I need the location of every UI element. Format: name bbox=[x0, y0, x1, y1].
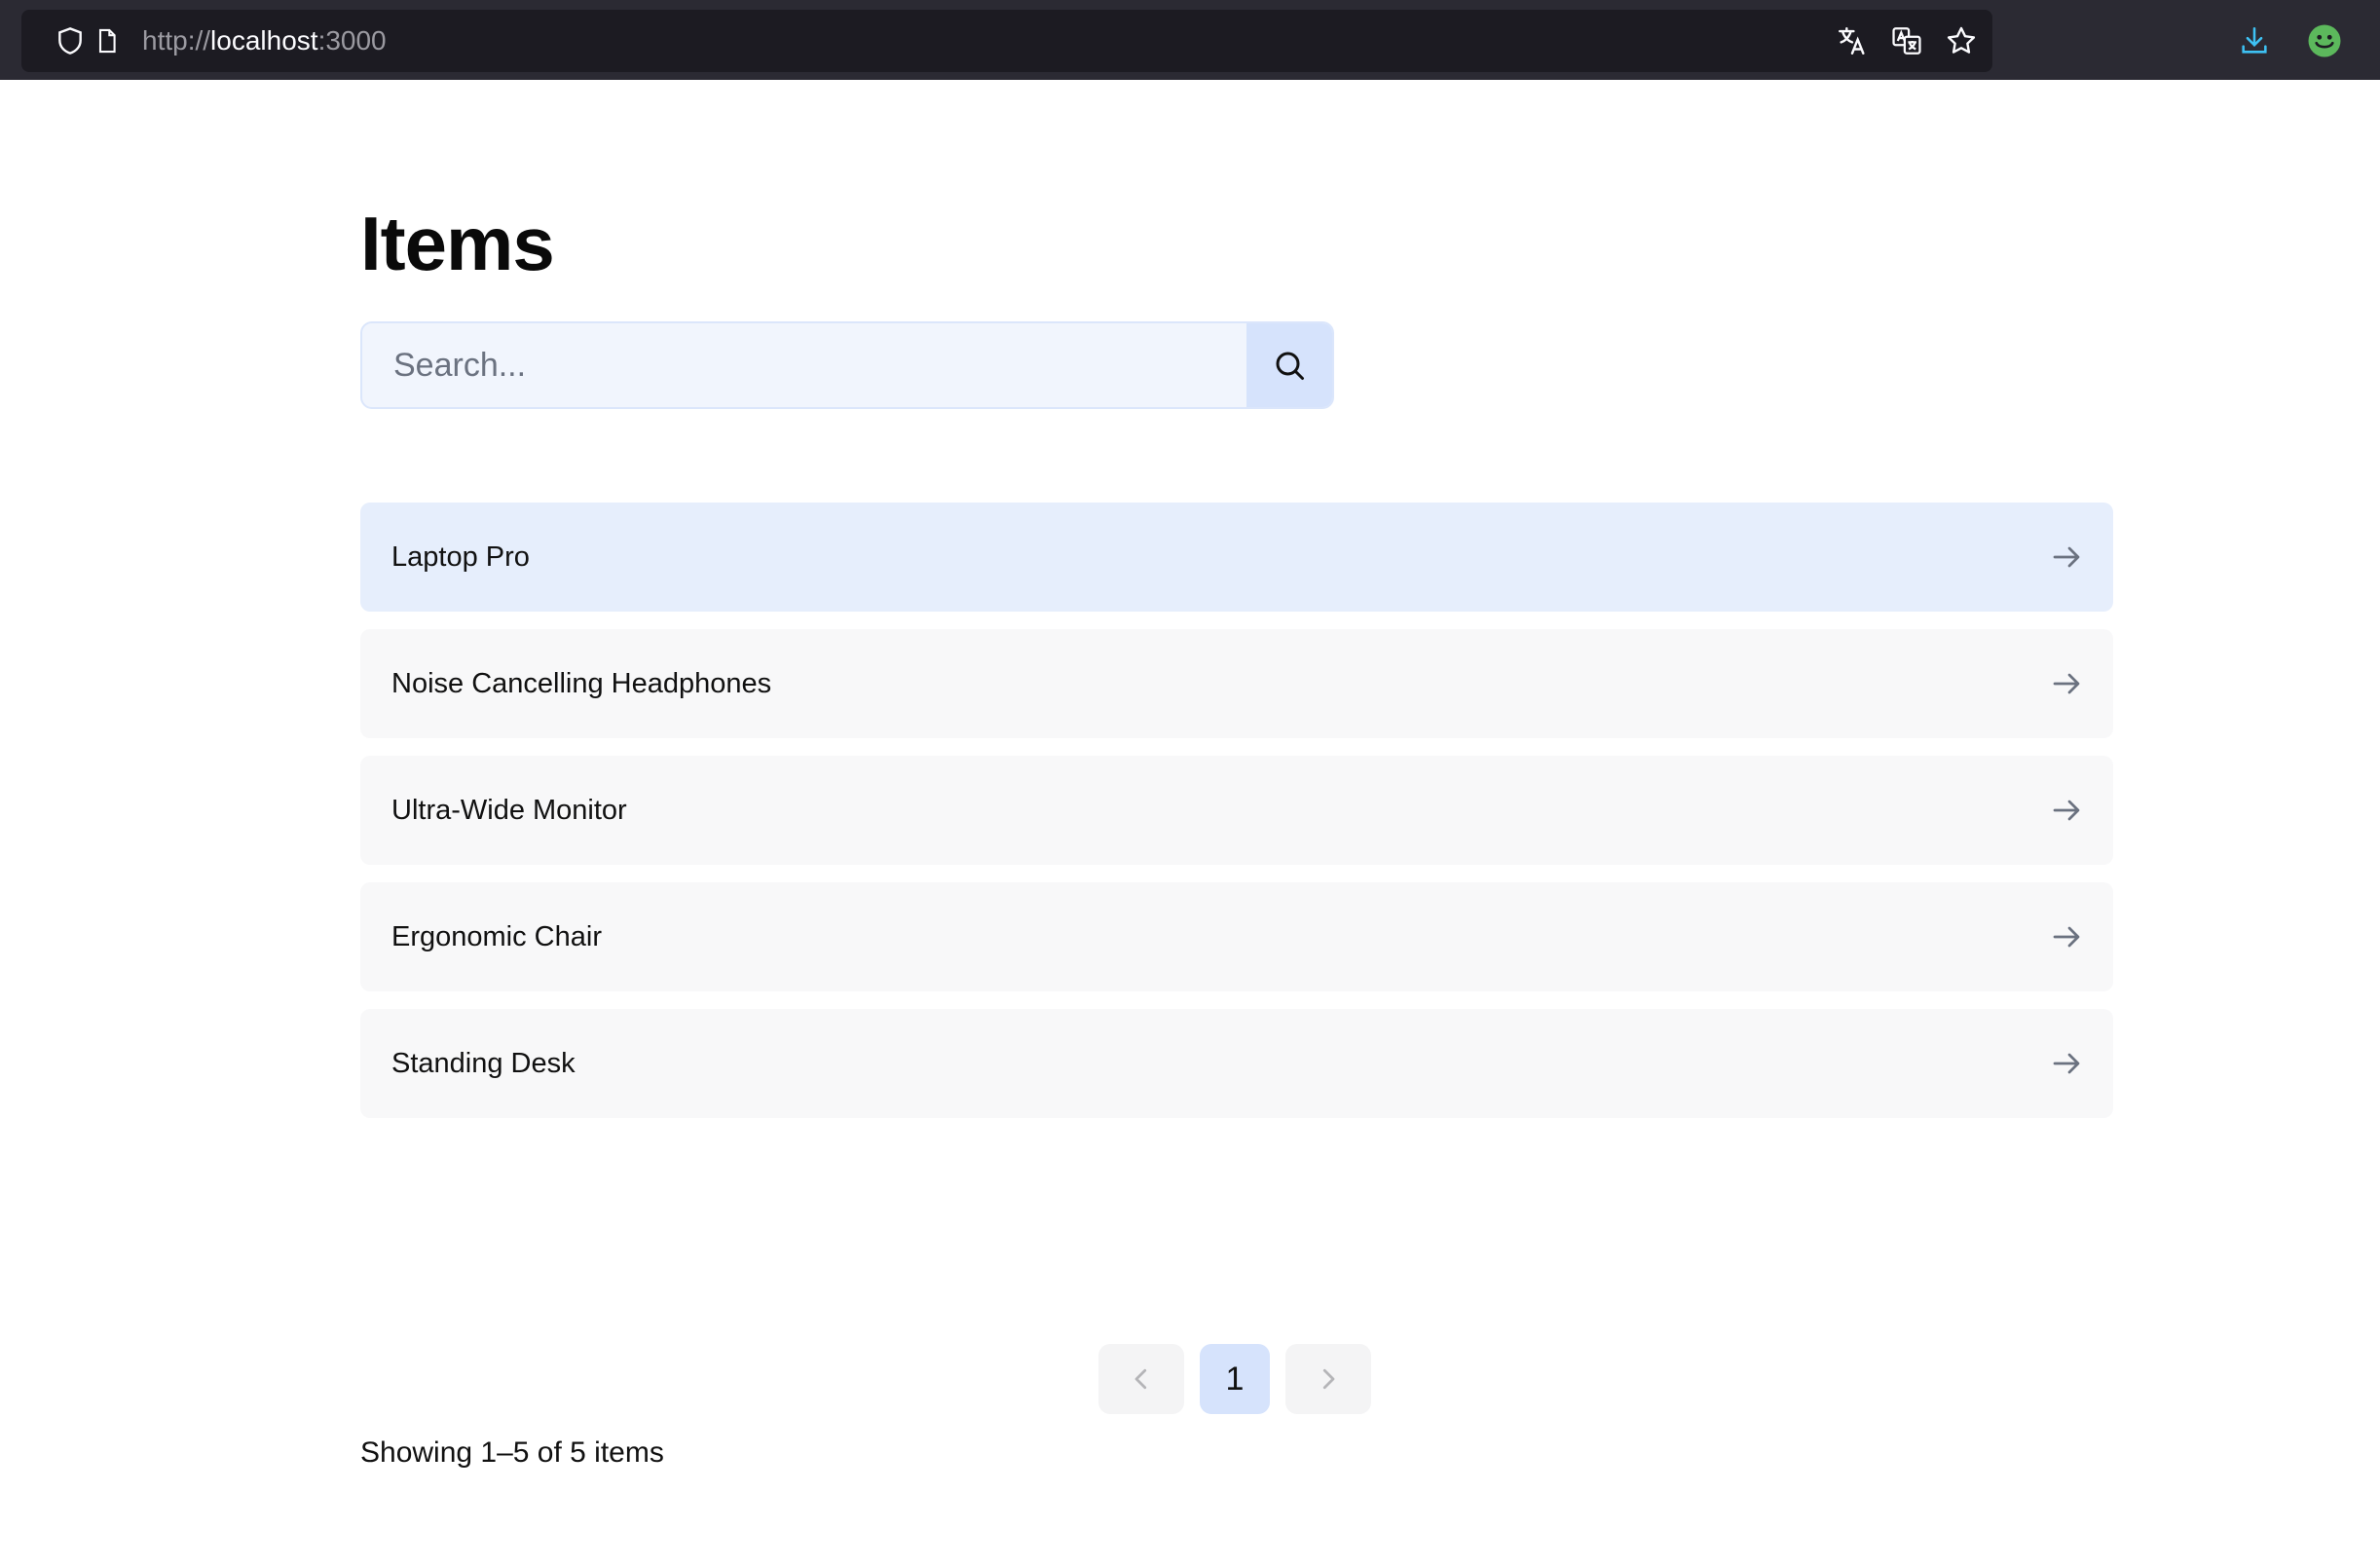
list-item-label: Ultra-Wide Monitor bbox=[391, 795, 627, 826]
arrow-right-icon bbox=[2049, 793, 2084, 828]
chevron-right-icon bbox=[1314, 1364, 1343, 1394]
list-item-label: Laptop Pro bbox=[391, 541, 530, 573]
url-port: :3000 bbox=[317, 25, 387, 56]
pagination: 1 bbox=[1098, 1344, 1371, 1414]
next-page-button[interactable] bbox=[1285, 1344, 1371, 1414]
arrow-right-icon bbox=[2049, 1046, 2084, 1081]
page-title: Items bbox=[360, 201, 555, 286]
arrow-right-icon bbox=[2049, 919, 2084, 954]
translate-icon[interactable] bbox=[1835, 23, 1870, 58]
search-bar bbox=[360, 321, 1334, 409]
item-list: Laptop Pro Noise Cancelling Headphones U… bbox=[360, 503, 2113, 1136]
list-item-label: Noise Cancelling Headphones bbox=[391, 668, 772, 699]
chevron-left-icon bbox=[1127, 1364, 1156, 1394]
profile-avatar-icon[interactable] bbox=[2306, 22, 2343, 59]
page-number-button[interactable]: 1 bbox=[1200, 1344, 1270, 1414]
bookmark-star-icon[interactable] bbox=[1944, 23, 1979, 58]
browser-toolbar: http://localhost:3000 bbox=[0, 0, 2380, 80]
url-host: localhost bbox=[210, 25, 318, 56]
results-summary: Showing 1–5 of 5 items bbox=[360, 1436, 664, 1469]
previous-page-button[interactable] bbox=[1098, 1344, 1184, 1414]
list-item-label: Ergonomic Chair bbox=[391, 921, 602, 952]
list-item-label: Standing Desk bbox=[391, 1048, 576, 1079]
list-item[interactable]: Standing Desk bbox=[360, 1009, 2113, 1118]
shield-icon[interactable] bbox=[53, 23, 88, 58]
list-item[interactable]: Laptop Pro bbox=[360, 503, 2113, 612]
search-button[interactable] bbox=[1246, 323, 1332, 407]
download-icon[interactable] bbox=[2236, 22, 2273, 59]
search-icon bbox=[1272, 348, 1307, 383]
url-text[interactable]: http://localhost:3000 bbox=[142, 25, 387, 56]
page-icon bbox=[90, 23, 125, 58]
list-item[interactable]: Ergonomic Chair bbox=[360, 882, 2113, 991]
arrow-right-icon bbox=[2049, 540, 2084, 575]
search-input[interactable] bbox=[362, 323, 1248, 407]
address-bar[interactable]: http://localhost:3000 bbox=[21, 10, 1992, 72]
list-item[interactable]: Ultra-Wide Monitor bbox=[360, 756, 2113, 865]
arrow-right-icon bbox=[2049, 666, 2084, 701]
list-item[interactable]: Noise Cancelling Headphones bbox=[360, 629, 2113, 738]
url-scheme: http:// bbox=[142, 25, 211, 56]
translate-page-icon[interactable] bbox=[1889, 23, 1924, 58]
